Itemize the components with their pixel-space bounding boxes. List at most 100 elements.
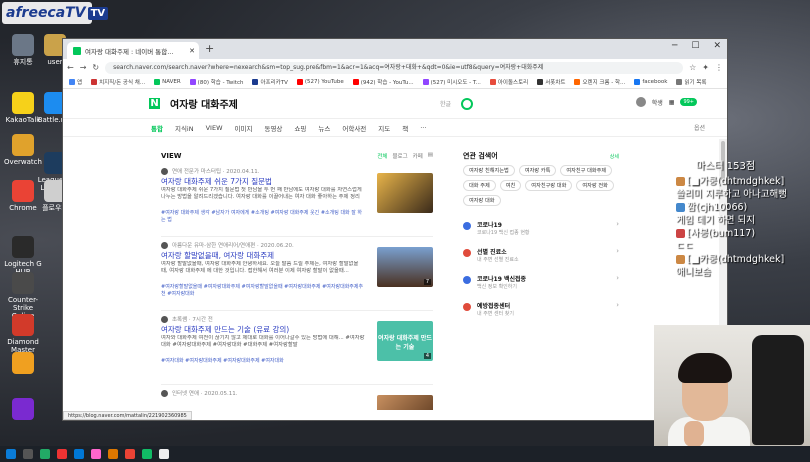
sort-option[interactable]: 카페	[413, 152, 423, 160]
tab-3[interactable]: 이미지	[235, 123, 253, 133]
user-name[interactable]: 학생	[652, 98, 663, 107]
forward-icon[interactable]: →	[80, 63, 87, 72]
bookmark-label: 서폿차트	[545, 80, 566, 86]
tab-6[interactable]: 뉴스	[318, 123, 330, 133]
search-result: 연애 전문가 마스터팁 · 2020.04.11. 여자랑 대화주제 쉬운 7가지…	[161, 163, 433, 237]
chat-text: 게임 데기 하면 되지	[676, 215, 755, 226]
taskbar-app-icon[interactable]	[74, 449, 84, 459]
desktop-icon[interactable]: Logitech G HUB	[2, 236, 44, 276]
side-info-item[interactable]: 코로나19 백신접종 백신 정보 확인하기 ›	[463, 274, 619, 296]
bookmark-item[interactable]: (527) 미시오도 - T...	[422, 78, 481, 86]
desktop-app-icon	[12, 134, 34, 156]
tab-7[interactable]: 어학사전	[342, 123, 366, 133]
list-view-icon[interactable]: ▤	[428, 152, 433, 160]
taskbar-app-icon[interactable]	[57, 449, 67, 459]
result-thumbnail[interactable]	[377, 395, 433, 410]
options-button[interactable]: 옵션	[694, 123, 705, 132]
bookmark-icon	[537, 79, 544, 85]
desktop-icon[interactable]: Counter-Strike Online	[2, 272, 44, 320]
sort-option[interactable]: 블로그	[392, 152, 407, 160]
naver-logo[interactable]: N	[149, 98, 160, 109]
minimize-icon[interactable]: ─	[672, 41, 677, 51]
grid-icon[interactable]: ▦	[669, 99, 675, 106]
tab-1[interactable]: 지식iN	[175, 123, 194, 133]
side-subtitle: 코로나19 백신 접종 현황	[477, 230, 530, 236]
result-tags[interactable]: #여자대화 #여자랑대화주제 #여자랑대화주제 #여자대화	[161, 358, 366, 365]
related-search-item[interactable]: 여자랑 친해지는법	[463, 165, 515, 176]
browser-tab[interactable]: 여자랑 대화주제 : 네이버 통합... ✕	[67, 42, 199, 59]
search-input[interactable]: 여자랑 대화주제	[170, 96, 430, 111]
tab-title: 여자랑 대화주제 : 네이버 통합...	[85, 47, 174, 56]
bookmark-item[interactable]: (80) 학습 - Twitch	[189, 78, 243, 86]
search-icon[interactable]	[461, 97, 474, 110]
maximize-icon[interactable]: ☐	[691, 41, 699, 51]
desktop-icon[interactable]	[2, 398, 44, 422]
taskbar-app-icon[interactable]	[40, 449, 50, 459]
bookmark-icon	[574, 79, 581, 85]
side-info-item[interactable]: 예방접종센터 내 주변 센터 찾기 ›	[463, 301, 619, 323]
profile-icon	[161, 389, 168, 397]
chevron-right-icon: ›	[616, 301, 619, 309]
tab-10[interactable]: ···	[420, 124, 426, 132]
result-tags[interactable]: #여자랑 대화주제 생각 #남자가 여자에게 #소개팅 #여자랑 대화주제 웃긴…	[161, 210, 366, 224]
menu-icon[interactable]: ⋮	[715, 63, 723, 72]
result-thumbnail[interactable]: 7	[377, 247, 433, 287]
result-thumbnail[interactable]: 여자랑 대화주제 만드는 기술 4	[377, 321, 433, 361]
bookmark-item[interactable]: 읽기 목록	[676, 78, 706, 86]
desktop-icon[interactable]: Diamond Master	[2, 314, 44, 354]
star-icon[interactable]: ☆	[689, 63, 696, 72]
bookmark-item[interactable]: NAVER	[154, 79, 181, 85]
avatar[interactable]	[635, 97, 646, 107]
result-tags[interactable]: #여자랑할말없을때 #여자랑대화주제 #여자랑할말없을때 #여자랑대화주제 #여…	[161, 284, 366, 298]
bookmark-item[interactable]: (527) YouTube	[296, 79, 344, 85]
bookmark-item[interactable]: 치지직/돈 공식 채...	[91, 78, 145, 86]
related-search-item[interactable]: 여자랑 대화	[463, 195, 501, 206]
tab-8[interactable]: 지도	[378, 123, 390, 133]
close-tab-icon[interactable]: ✕	[189, 47, 195, 55]
taskbar-app-icon[interactable]	[91, 449, 101, 459]
naver-search-page: N 여자랑 대화주제 한글 학생 ▦ 99+ 통합 지식iN VIEW 이미지 동영상 쇼…	[63, 89, 727, 410]
taskbar-app-icon[interactable]	[108, 449, 118, 459]
result-thumbnail[interactable]	[377, 173, 433, 213]
window-controls: ─ ☐ ✕	[672, 41, 721, 51]
address-bar[interactable]: search.naver.com/search.naver?where=nexe…	[105, 61, 684, 74]
related-search-item[interactable]: 여친	[499, 180, 522, 191]
sort-option[interactable]: 전체	[377, 152, 387, 160]
bookmark-item[interactable]: 아이돌스토리	[489, 78, 528, 86]
tab-2[interactable]: VIEW	[206, 124, 223, 132]
taskbar-app-icon[interactable]	[23, 449, 33, 459]
new-tab-icon[interactable]: +	[205, 42, 214, 55]
tab-9[interactable]: 책	[402, 123, 408, 133]
side-info-item[interactable]: 선별 진료소 내 주변 선별 진료소 ›	[463, 247, 619, 269]
related-search-item[interactable]: 여자랑 카톡	[518, 165, 557, 176]
bookmark-item[interactable]: 오렌지 크롬 - 학...	[574, 78, 625, 86]
taskbar-app-icon[interactable]	[142, 449, 152, 459]
taskbar-app-icon[interactable]	[6, 449, 16, 459]
bookmark-item[interactable]: 서폿차트	[537, 78, 565, 86]
tab-0[interactable]: 통합	[151, 123, 163, 133]
related-search-item[interactable]: 여자랑 전화	[576, 180, 614, 191]
related-search-item[interactable]: 대화 주제	[463, 180, 496, 191]
search-tabs: 통합 지식iN VIEW 이미지 동영상 쇼핑 뉴스 어학사전 지도 책 ···	[63, 119, 727, 137]
chat-text: [■가쿵(dhtmdghkek]	[687, 176, 785, 187]
reload-icon[interactable]: ↻	[92, 63, 99, 72]
related-search-item[interactable]: 여자친구랑 대화	[525, 180, 573, 191]
bookmark-item[interactable]: facebook	[634, 79, 667, 85]
related-more-link[interactable]: 상세	[610, 153, 619, 160]
keyboard-icon[interactable]: 한글	[440, 99, 451, 108]
back-icon[interactable]: ←	[67, 63, 74, 72]
taskbar-app-icon[interactable]	[125, 449, 135, 459]
extension-icon[interactable]: ✦	[702, 63, 709, 72]
taskbar-app-icon[interactable]	[159, 449, 169, 459]
bookmark-item[interactable]: 아프리카TV	[252, 78, 288, 86]
tab-5[interactable]: 쇼핑	[294, 123, 306, 133]
bookmark-item[interactable]: 앱	[69, 78, 82, 86]
notification-badge[interactable]: 99+	[680, 98, 697, 106]
desktop-icon[interactable]	[2, 352, 44, 376]
tab-4[interactable]: 동영상	[264, 123, 282, 133]
related-search-item[interactable]: 여자친구 대화주제	[560, 165, 613, 176]
close-window-icon[interactable]: ✕	[713, 41, 721, 51]
side-info-item[interactable]: 코로나19 코로나19 백신 접종 현황 ›	[463, 220, 619, 242]
user-area: 학생 ▦ 99+	[635, 97, 697, 107]
bookmark-item[interactable]: (942) 학습 - YouTu...	[352, 78, 414, 86]
